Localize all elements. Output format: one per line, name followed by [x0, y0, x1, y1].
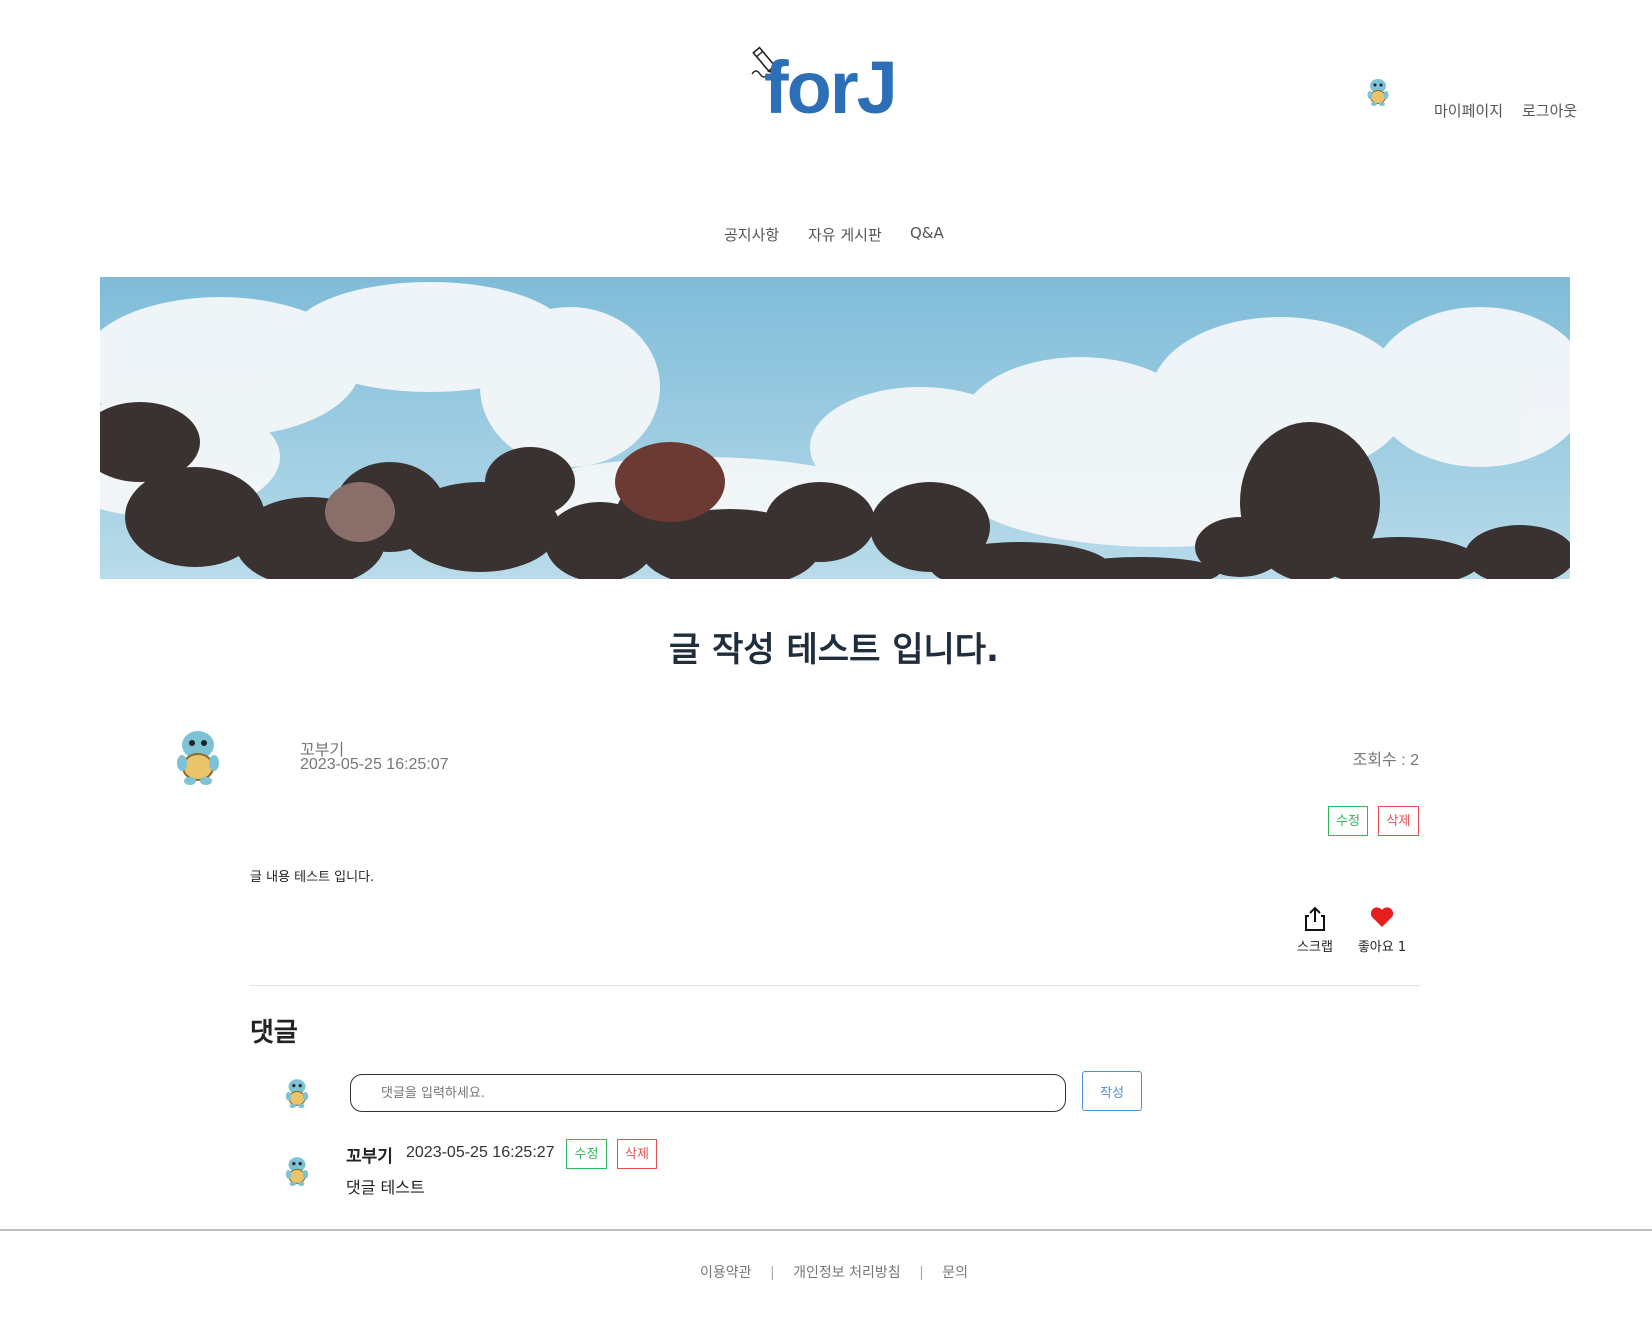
like-label: 좋아요 1	[1357, 940, 1407, 955]
comment-delete-button[interactable]: 삭제	[617, 1139, 657, 1169]
logo-text: forJ	[764, 46, 898, 129]
comment-avatar-icon	[285, 1157, 309, 1186]
nav-free-board[interactable]: 자유 게시판	[808, 224, 882, 245]
comment-edit-button[interactable]: 수정	[566, 1139, 607, 1169]
footer-separator: |	[919, 1265, 924, 1281]
author-avatar-icon	[177, 731, 219, 785]
scrap-button[interactable]: 스크랩	[1290, 906, 1340, 955]
mypage-link[interactable]: 마이페이지	[1434, 100, 1503, 121]
nav-notice[interactable]: 공지사항	[724, 224, 779, 245]
post-delete-button[interactable]: 삭제	[1378, 806, 1419, 836]
like-button[interactable]: 좋아요 1	[1350, 906, 1414, 955]
post-date: 2023-05-25 16:25:07	[300, 756, 449, 773]
comments-heading: 댓글	[250, 1018, 298, 1048]
nav-qna[interactable]: Q&A	[910, 224, 944, 242]
banner-image	[100, 277, 1570, 579]
comment-input[interactable]	[350, 1074, 1066, 1112]
post-title: 글 작성 테스트 입니다.	[669, 630, 999, 670]
heart-icon	[1370, 907, 1394, 927]
footer-links: 이용약관 | 개인정보 처리방침 | 문의	[0, 1262, 1652, 1282]
share-icon	[1305, 906, 1325, 931]
scrap-label: 스크랩	[1297, 940, 1333, 955]
footer-separator: |	[769, 1265, 775, 1281]
logo[interactable]: forJ	[748, 44, 908, 128]
footer-privacy-link[interactable]: 개인정보 처리방침	[793, 1265, 901, 1281]
footer-divider	[0, 1229, 1652, 1231]
comment-date: 2023-05-25 16:25:27	[406, 1144, 555, 1161]
turtle-avatar-icon[interactable]	[1363, 74, 1393, 108]
comment-submit-button[interactable]: 작성	[1082, 1071, 1142, 1111]
comment-author: 꼬부기	[346, 1147, 393, 1167]
commenter-avatar-icon	[285, 1079, 309, 1108]
comment-text: 댓글 테스트	[346, 1178, 425, 1197]
logout-link[interactable]: 로그아웃	[1522, 100, 1577, 121]
divider	[250, 985, 1420, 986]
footer-terms-link[interactable]: 이용약관	[700, 1265, 752, 1281]
view-count: 조회수 : 2	[1352, 752, 1419, 769]
post-content: 글 내용 테스트 입니다.	[250, 870, 375, 885]
post-edit-button[interactable]: 수정	[1328, 806, 1368, 836]
footer-contact-link[interactable]: 문의	[942, 1265, 968, 1281]
